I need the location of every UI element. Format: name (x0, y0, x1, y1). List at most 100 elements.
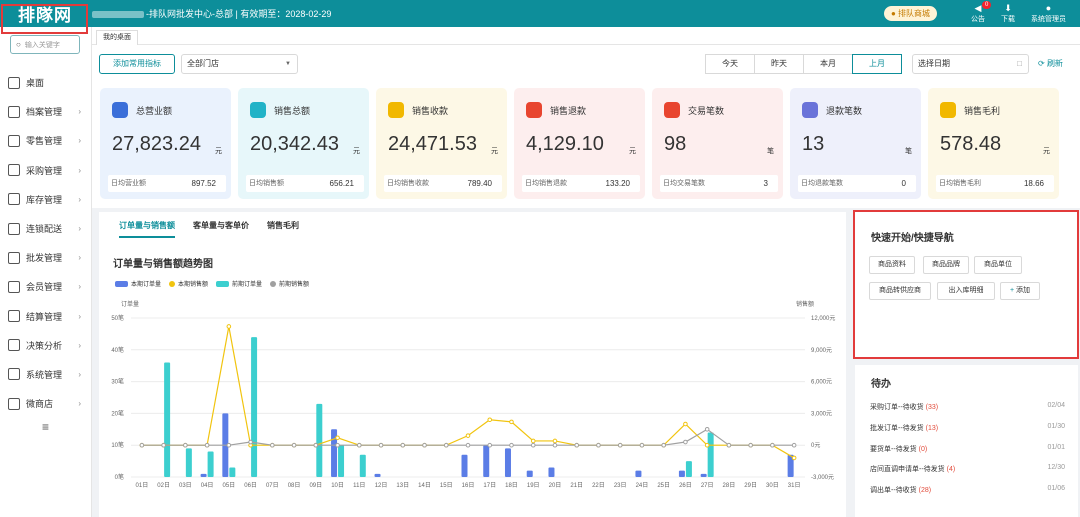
todo-item[interactable]: 批发订单--待发货 (13) 01/30 (870, 423, 1065, 433)
todo-date: 02/04 (1047, 402, 1065, 409)
bar-previous-orders (251, 337, 258, 477)
sidebar-item[interactable]: 决策分析 › (0, 331, 91, 360)
chart-tab[interactable]: 订单量与销售额 (119, 220, 175, 238)
kpi-unit: 元 (629, 148, 636, 155)
kpi-icon (388, 102, 404, 118)
search-input[interactable]: ○ 输入关键字 (10, 35, 80, 54)
bar-current-orders (483, 445, 490, 477)
kpi-value: 98 (664, 133, 687, 155)
point-previous-sales (204, 442, 210, 448)
x-tick-label: 20日 (549, 482, 562, 489)
bar-previous-orders (229, 467, 236, 477)
sidebar-item[interactable]: 档案管理 › (0, 97, 91, 126)
legend-item[interactable]: 本期销售额 (169, 279, 208, 288)
refresh-button[interactable]: ⟳ 刷新 (1038, 54, 1063, 74)
chevron-right-icon: › (78, 194, 81, 204)
kpi-title: 销售毛利 (964, 105, 1001, 116)
x-tick-label: 21日 (570, 482, 583, 489)
chevron-right-icon: › (78, 136, 81, 146)
date-picker[interactable]: 选择日期 □ (912, 54, 1029, 74)
add-metric-button[interactable]: 添加常用指标 (99, 54, 175, 74)
sidebar-item-label: 采购管理 (26, 165, 63, 176)
mall-button[interactable]: ● 排队商城 (883, 6, 937, 21)
sidebar-item[interactable]: 批发管理 › (0, 243, 91, 272)
point-previous-sales (291, 442, 297, 448)
point-previous-sales (183, 442, 188, 448)
chart-tab[interactable]: 销售毛利 (267, 220, 299, 238)
sidebar-item[interactable]: 桌面 (0, 68, 91, 97)
sidebar-item[interactable]: 系统管理 › (0, 360, 91, 389)
announcement-icon: ◀ (974, 3, 982, 13)
point-previous-sales (661, 442, 666, 448)
sidebar-item[interactable]: 采购管理 › (0, 156, 91, 185)
tab-my-desktop[interactable]: 我的桌面 (96, 30, 138, 45)
store-info: -排队网批发中心-总部 | 有效期至：2028-02-29 (92, 7, 331, 20)
line-current-sales (141, 326, 795, 459)
y-left-tick-label: 0笔 (115, 473, 124, 481)
legend-item[interactable]: 前期销售额 (270, 279, 309, 288)
period-button[interactable]: 上月 (852, 54, 902, 74)
kpi-icon (664, 102, 680, 118)
y-left-tick-label: 40笔 (111, 346, 124, 354)
announcement-badge: 0 (982, 1, 992, 9)
x-tick-label: 24日 (636, 482, 649, 489)
point-previous-sales (335, 442, 340, 448)
todo-item[interactable]: 店间直调申请单--待发货 (4) 12/30 (870, 464, 1065, 474)
chart-tab[interactable]: 客单量与客单价 (193, 220, 249, 238)
kpi-footer: 日均销售毛利 18.66 (936, 175, 1054, 192)
download-button[interactable]: ⬇ 下载 (1001, 3, 1015, 24)
point-previous-sales (530, 442, 536, 448)
point-current-sales (683, 421, 688, 427)
legend-item[interactable]: 前期订单量 (216, 279, 262, 288)
menu-item-icon (8, 339, 20, 352)
legend-item[interactable]: 本期订单量 (115, 279, 161, 288)
kpi-cards: 总营业额 27,823.24 元日均营业额 897.52 销售总额 20,342.43 元日… (92, 80, 1080, 208)
todo-item[interactable]: 调出单--待收货 (28) 01/06 (870, 485, 1065, 495)
point-current-sales (509, 419, 514, 425)
todo-count: (28) (918, 487, 932, 495)
point-previous-sales (574, 442, 580, 448)
store-select[interactable]: 全部门店 ▼ (181, 54, 298, 74)
y-left-tick-label: 30笔 (111, 378, 124, 386)
point-previous-sales (139, 442, 145, 448)
y-left-tick-label: 10笔 (111, 441, 124, 449)
bar-current-orders (700, 473, 707, 477)
sidebar-item-label: 结算管理 (26, 311, 63, 322)
x-tick-label: 13日 (396, 482, 409, 489)
menu-item-icon (8, 134, 20, 147)
download-label: 下载 (1001, 16, 1015, 23)
menu-item-icon (8, 222, 20, 235)
point-previous-sales (552, 442, 558, 448)
sidebar-item[interactable]: 结算管理 › (0, 302, 91, 331)
bar-current-orders (526, 470, 533, 477)
bar-current-orders (374, 473, 381, 477)
sidebar-item[interactable]: 零售管理 › (0, 126, 91, 155)
user-menu[interactable]: ● 系统管理员 (1031, 3, 1066, 24)
period-button[interactable]: 本月 (803, 54, 853, 74)
chevron-right-icon: › (78, 107, 81, 117)
collapse-menu-icon[interactable]: ≡ (0, 420, 91, 434)
kpi-footer-label: 日均销售收款 (387, 180, 429, 187)
period-button[interactable]: 今天 (705, 54, 755, 74)
sidebar-item[interactable]: 库存管理 › (0, 185, 91, 214)
kpi-footer-value: 897.52 (191, 179, 216, 188)
sidebar-item-label: 会员管理 (26, 282, 63, 293)
kpi-header: 销售总额 (250, 102, 310, 118)
y-right-tick-label: -3,000元 (811, 474, 834, 481)
kpi-title: 退款笔数 (826, 105, 863, 116)
kpi-footer-value: 3 (763, 179, 768, 188)
announcement-button[interactable]: ◀ 0 公告 (971, 1, 992, 24)
kpi-value: 13 (802, 133, 825, 155)
sidebar-item[interactable]: 会员管理 › (0, 272, 91, 301)
menu-item-icon (8, 76, 20, 89)
period-button[interactable]: 昨天 (754, 54, 804, 74)
todo-item[interactable]: 采购订单--待收货 (33) 02/04 (870, 402, 1065, 412)
point-current-sales (226, 324, 232, 329)
x-tick-label: 18日 (505, 482, 518, 489)
sidebar-item[interactable]: 连锁配送 › (0, 214, 91, 243)
bar-current-orders (548, 467, 555, 477)
sidebar-item[interactable]: 微商店 › (0, 389, 91, 418)
todo-item[interactable]: 要货单--待发货 (0) 01/01 (870, 444, 1065, 454)
x-tick-label: 12日 (375, 482, 388, 489)
legend-label: 本期销售额 (178, 282, 209, 288)
